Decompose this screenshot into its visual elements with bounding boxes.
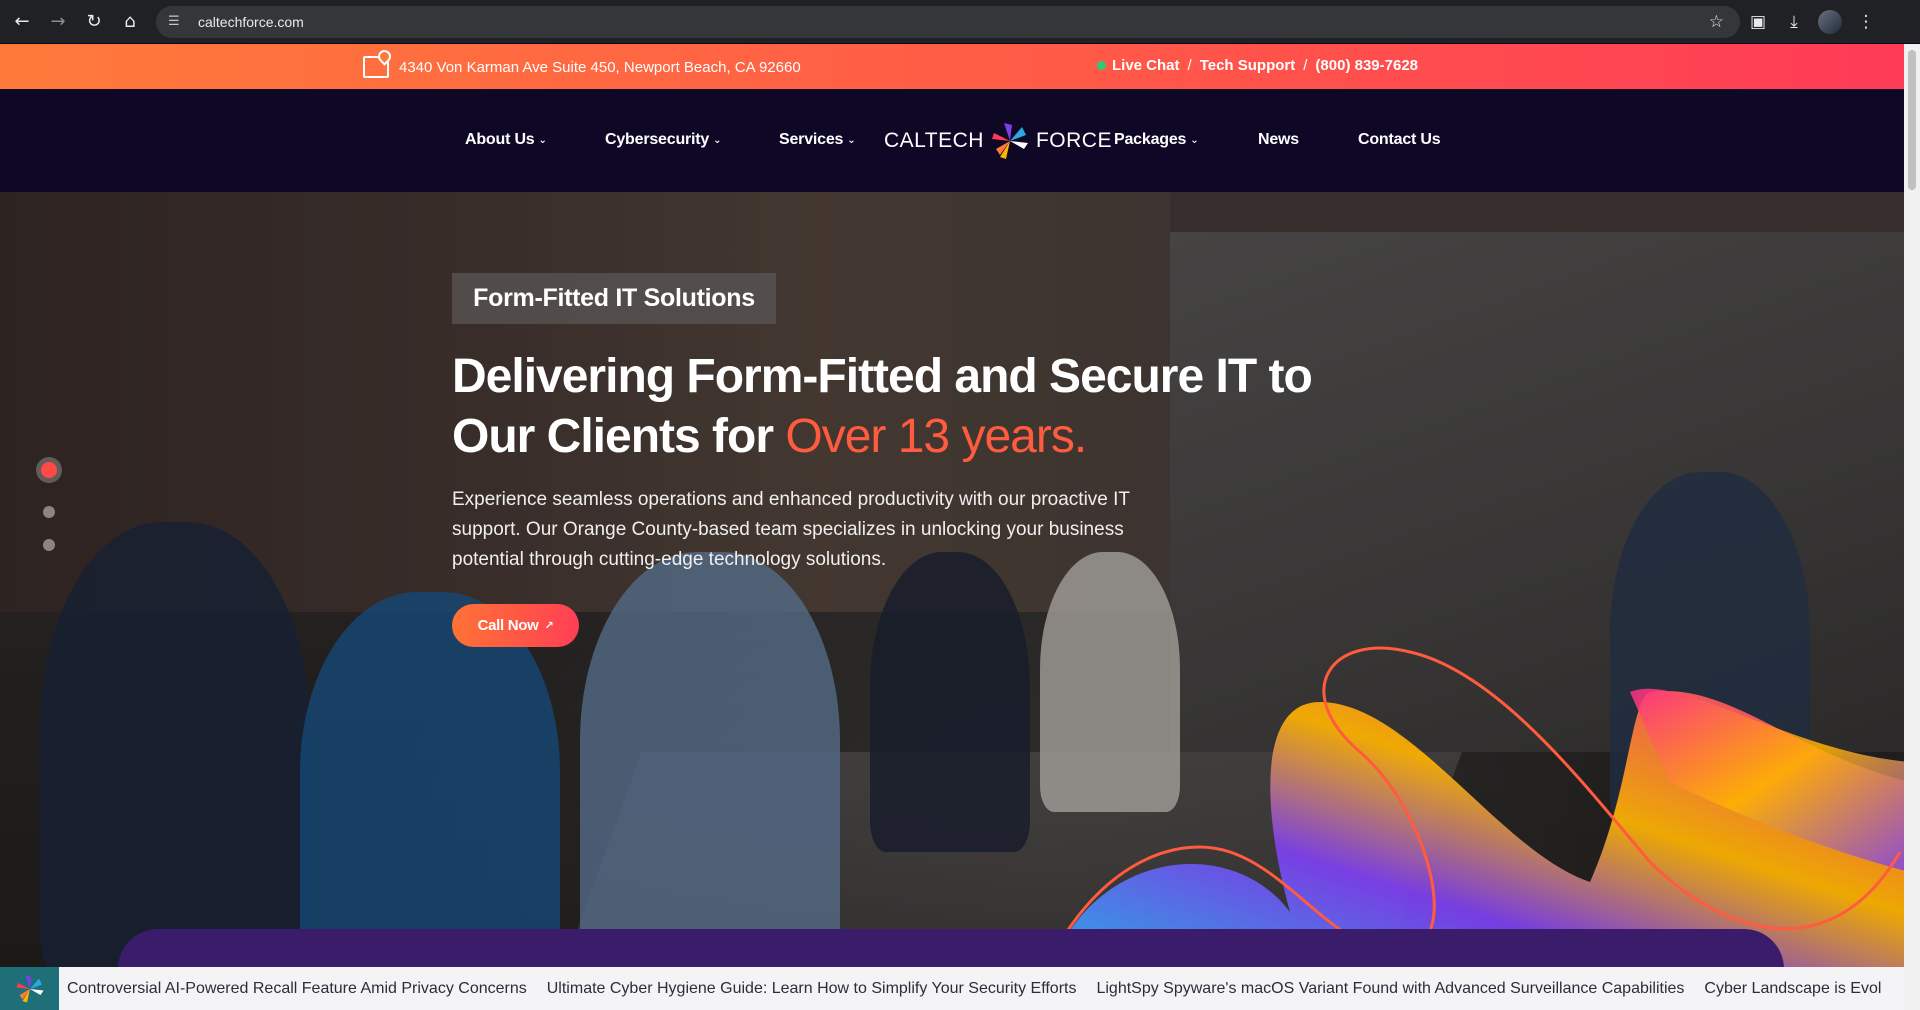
call-now-button[interactable]: Call Now ↗ — [452, 604, 579, 647]
purple-feature-panel — [118, 929, 1784, 967]
reload-icon[interactable]: ↻ — [76, 4, 112, 40]
nav-services[interactable]: Services ⌄ — [779, 131, 856, 149]
nav-contact[interactable]: Contact Us — [1358, 131, 1441, 149]
site-settings-icon[interactable]: ☰ — [168, 14, 188, 29]
logo-text-left: CALTECH — [884, 129, 984, 152]
address-bar[interactable]: ☰ caltechforce.com ☆ — [156, 5, 1740, 38]
separator: / — [1187, 57, 1192, 74]
download-icon[interactable]: ⤓ — [1776, 4, 1812, 40]
chevron-down-icon: ⌄ — [713, 134, 722, 146]
home-icon[interactable]: ⌂ — [112, 4, 148, 40]
separator: / — [1303, 57, 1308, 74]
slider-dot-1[interactable] — [36, 457, 62, 483]
hero-tagline: Form-Fitted IT Solutions — [452, 273, 776, 324]
logo-pinwheel-icon — [991, 123, 1028, 159]
nav-packages[interactable]: Packages ⌄ — [1114, 131, 1199, 149]
call-now-label: Call Now — [477, 617, 539, 634]
chevron-down-icon: ⌄ — [538, 134, 547, 146]
ticker-news-link[interactable]: Cyber Landscape is Evol — [1704, 980, 1881, 998]
nav-news[interactable]: News — [1258, 131, 1299, 149]
chevron-down-icon: ⌄ — [847, 134, 856, 146]
nav-about-label: About Us — [465, 131, 535, 148]
forward-icon[interactable]: → — [40, 4, 76, 40]
hero-headline-accent: Over 13 years. — [785, 410, 1087, 463]
logo-text-right: FORCE — [1035, 129, 1112, 152]
arrow-up-right-icon: ↗ — [544, 619, 554, 632]
hero-headline: Delivering Form-Fitted and Secure IT to … — [452, 347, 1372, 467]
map-pin-icon — [363, 56, 389, 78]
nav-cybersecurity-label: Cybersecurity — [605, 131, 710, 148]
ticker-logo-icon — [0, 967, 59, 1010]
ticker-news-link[interactable]: Ultimate Cyber Hygiene Guide: Learn How … — [547, 980, 1077, 998]
live-chat-link[interactable]: Live Chat — [1112, 57, 1180, 74]
nav-services-label: Services — [779, 131, 844, 148]
extensions-icon[interactable]: ▣ — [1740, 4, 1776, 40]
nav-contact-label: Contact Us — [1358, 131, 1441, 148]
address-text: 4340 Von Karman Ave Suite 450, Newport B… — [399, 58, 801, 76]
decorative-gradient-wave — [1045, 646, 1904, 967]
logo-pinwheel-icon — [16, 975, 43, 1002]
profile-avatar[interactable] — [1818, 9, 1842, 34]
main-navigation: About Us ⌄ Cybersecurity ⌄ Services ⌄ CALTE… — [0, 89, 1920, 192]
ticker-news-link[interactable]: LightSpy Spyware's macOS Variant Found w… — [1096, 980, 1684, 998]
nav-cybersecurity[interactable]: Cybersecurity ⌄ — [605, 131, 722, 149]
nav-packages-label: Packages — [1114, 131, 1187, 148]
news-ticker: Controversial AI-Powered Recall Feature … — [0, 967, 1904, 1010]
back-icon[interactable]: ← — [4, 4, 40, 40]
phone-link[interactable]: (800) 839-7628 — [1315, 57, 1418, 74]
page-scrollbar[interactable] — [1904, 44, 1920, 1010]
browser-toolbar: ← → ↻ ⌂ ☰ caltechforce.com ☆ ▣ ⤓ ⋮ — [0, 0, 1920, 43]
chevron-down-icon: ⌄ — [1190, 134, 1199, 146]
online-status-icon — [1097, 61, 1106, 70]
ticker-news-link[interactable]: Controversial AI-Powered Recall Feature … — [67, 980, 527, 998]
site-logo[interactable]: CALTECH FORCE — [884, 121, 1112, 161]
bookmark-star-icon[interactable]: ☆ — [1709, 12, 1724, 32]
slider-dot-3[interactable] — [43, 539, 55, 551]
nav-news-label: News — [1258, 131, 1299, 148]
url-text[interactable]: caltechforce.com — [198, 14, 304, 30]
scrollbar-thumb[interactable] — [1908, 50, 1916, 190]
browser-menu-icon[interactable]: ⋮ — [1848, 4, 1884, 40]
contact-topbar: 4340 Von Karman Ave Suite 450, Newport B… — [0, 44, 1920, 89]
address-block: 4340 Von Karman Ave Suite 450, Newport B… — [363, 56, 801, 78]
contact-links: Live Chat / Tech Support / (800) 839-762… — [1097, 57, 1418, 74]
hero-description: Experience seamless operations and enhan… — [452, 489, 1130, 570]
tech-support-link[interactable]: Tech Support — [1200, 57, 1296, 74]
nav-about[interactable]: About Us ⌄ — [465, 131, 547, 149]
hero-section: Form-Fitted IT Solutions Delivering Form… — [0, 192, 1904, 967]
slider-dot-2[interactable] — [43, 506, 55, 518]
